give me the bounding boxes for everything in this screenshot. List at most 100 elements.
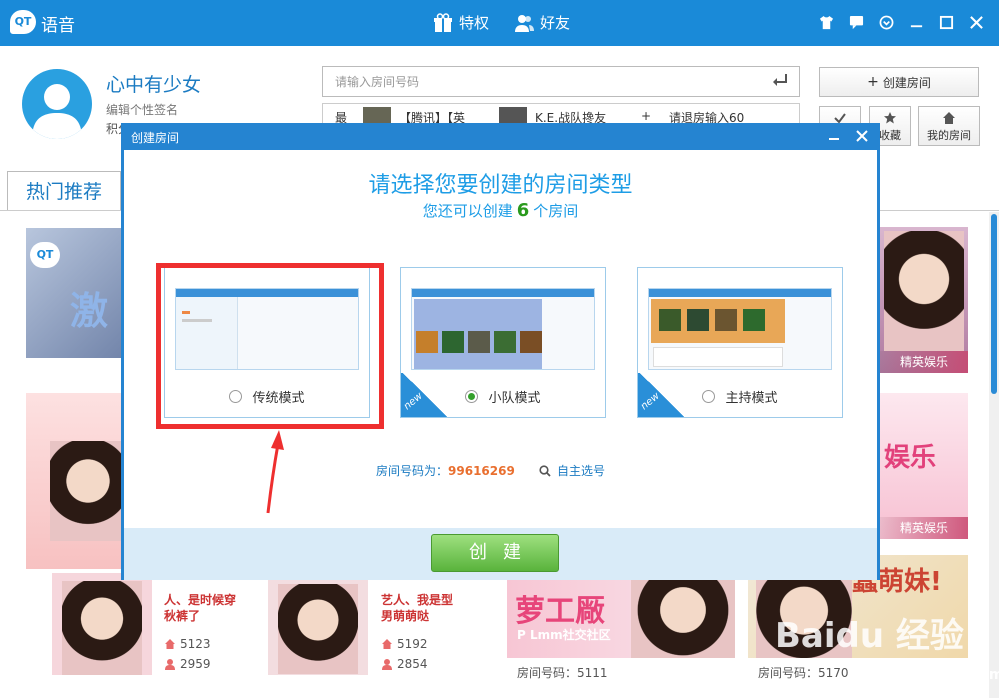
friends-label: 好友	[540, 14, 571, 32]
host-photo	[884, 231, 964, 351]
mode-host-preview	[648, 288, 832, 370]
room-id-line: 房间号码为：99616269	[376, 464, 515, 478]
enter-icon[interactable]	[771, 73, 789, 89]
signature-edit[interactable]: 编辑个性签名	[106, 101, 178, 118]
home-icon	[382, 639, 392, 649]
plus-icon: +	[867, 74, 879, 90]
dialog-close-button[interactable]	[851, 125, 873, 147]
title-bar: QT 语音 特权 好友	[0, 0, 999, 46]
star-icon	[884, 112, 896, 124]
tab-hot-recommend[interactable]: 热门推荐	[7, 171, 121, 211]
host-card-2-photo[interactable]	[268, 580, 368, 675]
user-icon	[165, 659, 175, 670]
message-button[interactable]	[846, 12, 866, 32]
host-card-1-photo[interactable]	[52, 573, 152, 675]
menu-icon	[879, 15, 893, 29]
create-room-button[interactable]: + 创建房间	[819, 67, 979, 97]
dream-title: 萝工厰	[515, 594, 605, 629]
maximize-button[interactable]	[936, 12, 956, 32]
host-photo	[50, 441, 126, 541]
dialog-title: 创建房间	[131, 131, 180, 145]
side-tile-2[interactable]: 娱乐 精英娱乐	[880, 393, 968, 539]
gift-icon	[434, 12, 452, 32]
host-card-1-likes: 5123	[164, 637, 211, 651]
dialog-footer: 创建	[124, 528, 877, 580]
promo-panel[interactable]	[26, 393, 126, 569]
highlight-annotation	[156, 263, 384, 429]
host-photo	[631, 574, 735, 664]
create-room-label: 创建房间	[882, 75, 931, 90]
dialog-subheading: 您还可以创建 6 个房间	[422, 200, 579, 221]
dialog-heading: 请选择您要创建的房间类型	[368, 173, 633, 198]
mode-team-option[interactable]: 小队模式	[401, 387, 605, 406]
side-tile-1-label: 精英娱乐	[880, 351, 968, 373]
scrollbar-thumb[interactable]	[991, 214, 997, 394]
shirt-icon	[819, 15, 833, 29]
baidu-watermark: Baidu 经验	[775, 616, 964, 656]
dialog-header: 创建房间	[121, 123, 880, 150]
scrollbar[interactable]	[989, 212, 999, 698]
skin-button[interactable]	[816, 12, 836, 32]
minimize-icon	[829, 138, 839, 140]
pick-number-link[interactable]: 自主选号	[539, 462, 605, 479]
qt-logo-icon: QT	[30, 242, 60, 268]
arrow-annotation-icon	[266, 430, 284, 514]
recent-add[interactable]: +	[641, 109, 651, 123]
side-tile-2-label: 精英娱乐	[880, 517, 968, 539]
mode-host-card[interactable]: new 主持模式	[637, 267, 843, 418]
host-card-2-text: 艺人、我是型 男萌萌哒	[381, 593, 454, 623]
maximize-icon	[939, 15, 953, 29]
avatar[interactable]	[22, 69, 92, 139]
room-search-input[interactable]	[323, 67, 743, 96]
app-name: 语音	[41, 16, 75, 36]
side-banner-text: 娱乐	[884, 443, 937, 473]
favorites-label: 收藏	[879, 129, 901, 142]
host-card-1-users: 2959	[164, 657, 211, 671]
default-user-icon	[32, 84, 82, 139]
remaining-count: 6	[516, 200, 530, 221]
create-room-dialog: 创建房间 请选择您要创建的房间类型 您还可以创建 6 个房间 传统模式 new …	[121, 123, 880, 580]
mode-team-label: 小队模式	[488, 391, 541, 406]
minimize-button[interactable]	[906, 12, 926, 32]
close-button[interactable]	[966, 12, 986, 32]
dialog-minimize-button[interactable]	[823, 125, 845, 147]
nickname[interactable]: 心中有少女	[106, 70, 201, 97]
room-search-box	[322, 66, 800, 97]
menu-button[interactable]	[876, 12, 896, 32]
cute-room-number: 房间号码：5170	[758, 666, 849, 680]
mode-host-option[interactable]: 主持模式	[638, 387, 842, 406]
my-room-button[interactable]: 我的房间	[918, 106, 980, 146]
message-icon	[849, 15, 863, 29]
dream-subtitle: P Lmm社交社区	[517, 628, 611, 642]
host-photo	[62, 581, 142, 675]
baidu-watermark-url: jingyan.baidu.com	[858, 667, 999, 683]
host-card-1-text: 人、是时候穿 秋裤了	[164, 593, 237, 623]
close-icon	[969, 15, 983, 29]
side-tile-1[interactable]: 精英娱乐	[880, 227, 968, 373]
my-room-label: 我的房间	[927, 129, 971, 142]
close-icon	[856, 130, 868, 142]
host-card-2-likes: 5192	[381, 637, 428, 651]
home-icon	[943, 112, 955, 124]
dream-factory-tile[interactable]: 萝工厰 P Lmm社交社区 房间号码：5111	[507, 574, 735, 698]
privilege-label: 特权	[459, 14, 490, 32]
create-button[interactable]: 创建	[431, 534, 559, 572]
dream-room-number: 房间号码：5111	[517, 666, 608, 680]
search-icon	[539, 464, 551, 477]
friends-icon	[515, 14, 534, 32]
user-icon	[382, 659, 392, 670]
friends-button[interactable]: 好友	[514, 12, 570, 33]
mode-team-card[interactable]: new 小队模式	[400, 267, 606, 418]
privilege-button[interactable]: 特权	[433, 12, 489, 33]
mode-team-preview	[411, 288, 595, 370]
mode-host-label: 主持模式	[725, 391, 778, 406]
banner-text: 激	[70, 289, 109, 333]
mode-team-radio[interactable]	[465, 390, 479, 403]
qt-logo-icon: QT	[10, 10, 36, 34]
host-photo	[278, 584, 358, 674]
home-icon	[165, 639, 175, 649]
host-card-2-users: 2854	[381, 657, 428, 671]
room-id-value: 99616269	[448, 464, 515, 478]
mode-host-radio[interactable]	[702, 390, 716, 403]
minimize-icon	[910, 24, 922, 27]
